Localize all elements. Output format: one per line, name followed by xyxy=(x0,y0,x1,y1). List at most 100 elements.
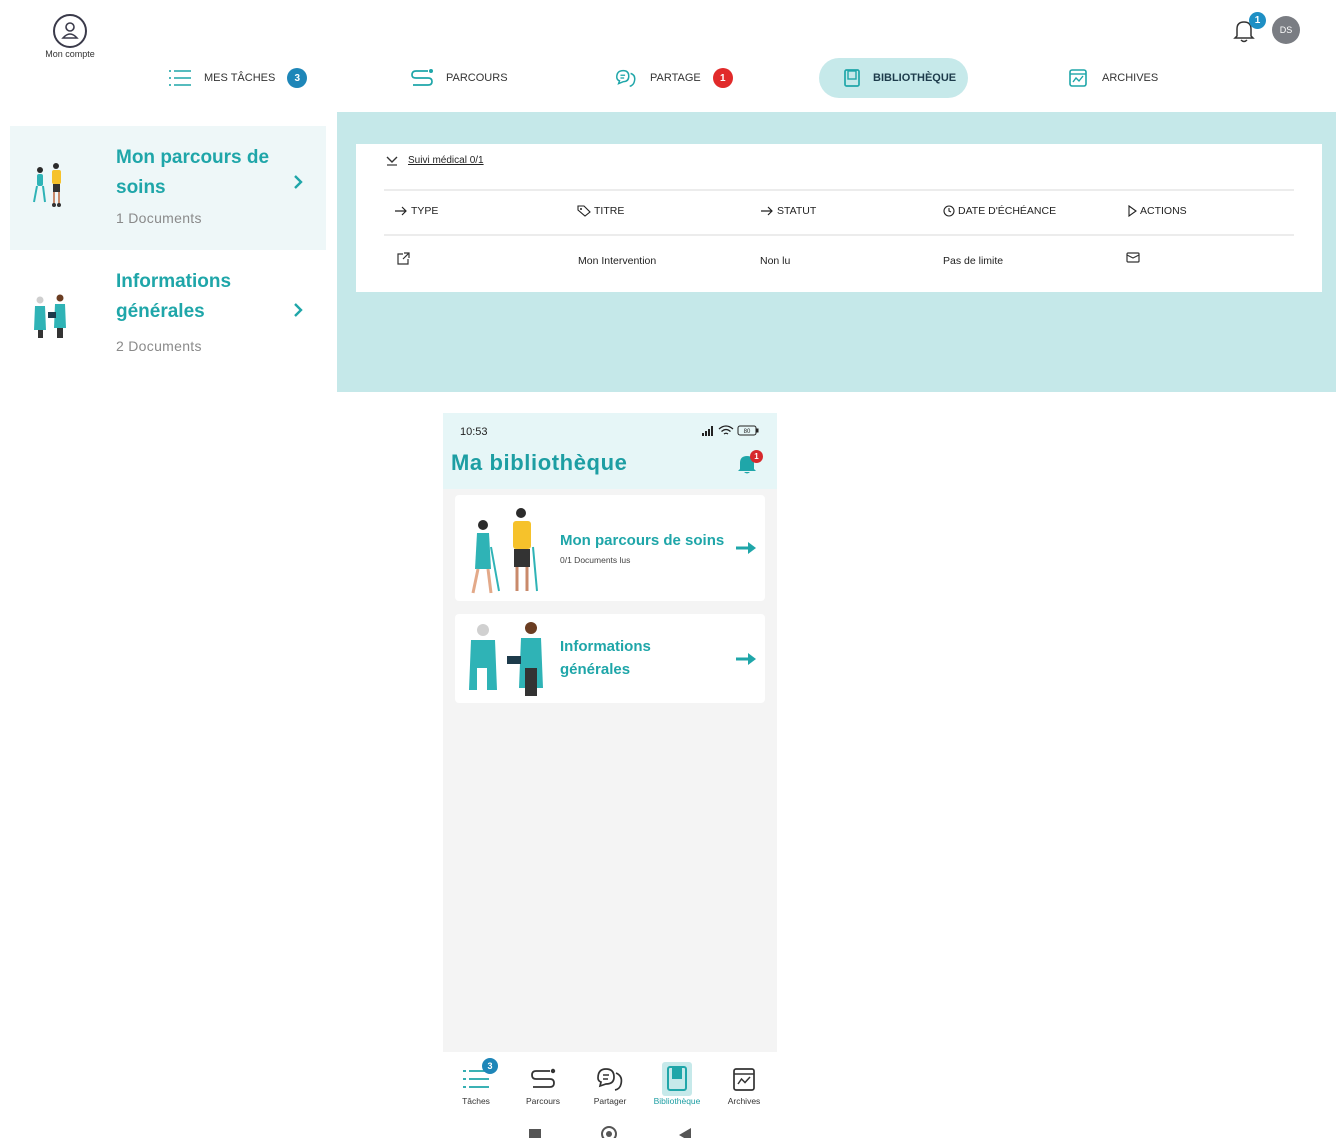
column-label: ACTIONS xyxy=(1140,205,1187,217)
notification-badge: 1 xyxy=(1249,12,1266,29)
recents-button[interactable] xyxy=(529,1129,541,1138)
row-title[interactable]: Mon Intervention xyxy=(578,255,656,267)
back-button[interactable] xyxy=(679,1128,691,1138)
tasks-badge: 3 xyxy=(482,1058,498,1074)
tab-label: Bibliothèque xyxy=(653,1096,701,1106)
tab-label: Tâches xyxy=(462,1096,490,1106)
archive-icon xyxy=(1066,67,1090,89)
documents-panel: Suivi médical 0/1 TYPE TITRE STATUT DATE… xyxy=(356,144,1322,292)
category-count: 1 Documents xyxy=(116,210,202,226)
battery-level: 80 xyxy=(744,429,751,435)
status-icons: 80 xyxy=(701,425,759,436)
notifications-button[interactable]: 1 xyxy=(1232,12,1266,45)
column-header-statut[interactable]: STATUT xyxy=(760,205,816,217)
bottom-tab-bar: 3 Tâches Parcours Partager Bibliothèque xyxy=(443,1052,777,1112)
tab-bibliotheque[interactable]: Bibliothèque xyxy=(647,1062,707,1106)
column-header-titre[interactable]: TITRE xyxy=(577,205,624,217)
tab-archives[interactable]: Archives xyxy=(714,1062,774,1106)
tag-icon xyxy=(577,205,591,217)
group-toggle[interactable]: Suivi médical 0/1 xyxy=(386,154,484,166)
main-nav: MES TÂCHES 3 PARCOURS PARTAGE 1 BIBLIOTH… xyxy=(0,58,1336,98)
tab-label: ARCHIVES xyxy=(1102,72,1159,84)
tab-label: PARCOURS xyxy=(446,72,508,84)
column-label: STATUT xyxy=(777,205,817,217)
divider xyxy=(384,189,1294,191)
tab-mes-taches[interactable]: MES TÂCHES 3 xyxy=(168,58,308,98)
chevron-down-icon xyxy=(386,156,398,166)
tab-partage[interactable]: PARTAGE 1 xyxy=(614,58,733,98)
share-icon xyxy=(614,67,638,89)
tasks-badge: 3 xyxy=(287,68,308,88)
wifi-icon xyxy=(718,425,734,435)
route-icon xyxy=(513,1062,573,1096)
share-badge: 1 xyxy=(712,68,733,88)
arrow-right-icon xyxy=(736,653,756,665)
mobile-notifications-button[interactable]: 1 xyxy=(737,450,763,477)
category-sidebar: Mon parcours de soins 1 Documents Inform… xyxy=(10,126,326,378)
category-mon-parcours[interactable]: Mon parcours de soins 1 Documents xyxy=(10,126,326,250)
archive-icon xyxy=(714,1062,774,1096)
tab-bibliotheque[interactable]: BIBLIOTHÈQUE xyxy=(819,58,968,98)
status-time: 10:53 xyxy=(460,426,488,438)
arrow-right-icon xyxy=(395,206,407,216)
card-informations[interactable]: Informations générales xyxy=(455,614,765,703)
column-header-actions[interactable]: ACTIONS xyxy=(1127,205,1187,217)
tab-parcours[interactable]: Parcours xyxy=(513,1062,573,1106)
mobile-screen: 10:53 80 Ma bibliothèque 1 Mon parcours … xyxy=(443,413,777,1138)
category-count: 2 Documents xyxy=(116,338,202,354)
user-icon xyxy=(53,14,87,48)
system-nav-bar xyxy=(443,1112,777,1138)
route-icon xyxy=(410,67,434,89)
external-link-icon[interactable] xyxy=(396,252,410,266)
battery-icon: 80 xyxy=(737,425,759,436)
book-icon xyxy=(647,1062,707,1096)
mail-icon[interactable] xyxy=(1126,252,1140,263)
play-icon xyxy=(1128,205,1137,217)
card-title-line2: générales xyxy=(560,661,631,678)
column-label: TITRE xyxy=(594,205,625,217)
tab-archives[interactable]: ARCHIVES xyxy=(1066,58,1158,98)
card-mon-parcours[interactable]: Mon parcours de soins 0/1 Documents lus xyxy=(455,495,765,601)
book-icon xyxy=(843,67,861,89)
tab-partager[interactable]: Partager xyxy=(580,1062,640,1106)
share-icon xyxy=(580,1062,640,1096)
arrow-right-icon xyxy=(736,542,756,554)
category-informations[interactable]: Informations générales 2 Documents xyxy=(10,250,326,378)
home-button[interactable] xyxy=(601,1126,617,1138)
tab-label: Partager xyxy=(593,1096,627,1106)
list-icon xyxy=(168,67,192,89)
notification-badge: 1 xyxy=(750,450,763,463)
tab-label: PARTAGE xyxy=(650,72,701,84)
tab-label: BIBLIOTHÈQUE xyxy=(873,72,957,84)
category-title: Informations générales xyxy=(116,271,232,322)
doctors-illustration xyxy=(34,294,66,338)
column-label: DATE D'ÉCHÉANCE xyxy=(958,205,1057,217)
column-label: TYPE xyxy=(411,205,439,217)
account-button[interactable]: Mon compte xyxy=(38,14,102,59)
divider xyxy=(384,234,1294,236)
avatar[interactable]: DS xyxy=(1272,16,1300,44)
signal-icon xyxy=(702,425,713,436)
tab-parcours[interactable]: PARCOURS xyxy=(410,58,508,98)
chevron-right-icon xyxy=(294,175,303,189)
tab-taches[interactable]: 3 Tâches xyxy=(446,1058,506,1106)
page-title: Ma bibliothèque xyxy=(451,450,628,475)
patients-illustration xyxy=(471,508,538,594)
tab-label: Archives xyxy=(727,1096,761,1106)
group-label: Suivi médical 0/1 xyxy=(408,154,484,166)
row-status: Non lu xyxy=(760,255,791,267)
chevron-right-icon xyxy=(294,303,303,317)
column-header-echeance[interactable]: DATE D'ÉCHÉANCE xyxy=(943,205,1056,217)
card-title: Mon parcours de soins xyxy=(560,532,725,549)
arrow-right-icon xyxy=(761,206,773,216)
tab-label: MES TÂCHES xyxy=(204,72,276,84)
tab-label: Parcours xyxy=(525,1096,560,1106)
clock-icon xyxy=(943,205,955,217)
column-header-type[interactable]: TYPE xyxy=(394,205,438,217)
mobile-header: 10:53 80 Ma bibliothèque 1 xyxy=(443,413,777,489)
row-due-date: Pas de limite xyxy=(943,255,1004,267)
card-subtitle: 0/1 Documents lus xyxy=(560,555,631,565)
card-title-line1: Informations xyxy=(560,638,651,655)
list-icon: 3 xyxy=(446,1058,506,1096)
patients-illustration xyxy=(33,163,61,207)
